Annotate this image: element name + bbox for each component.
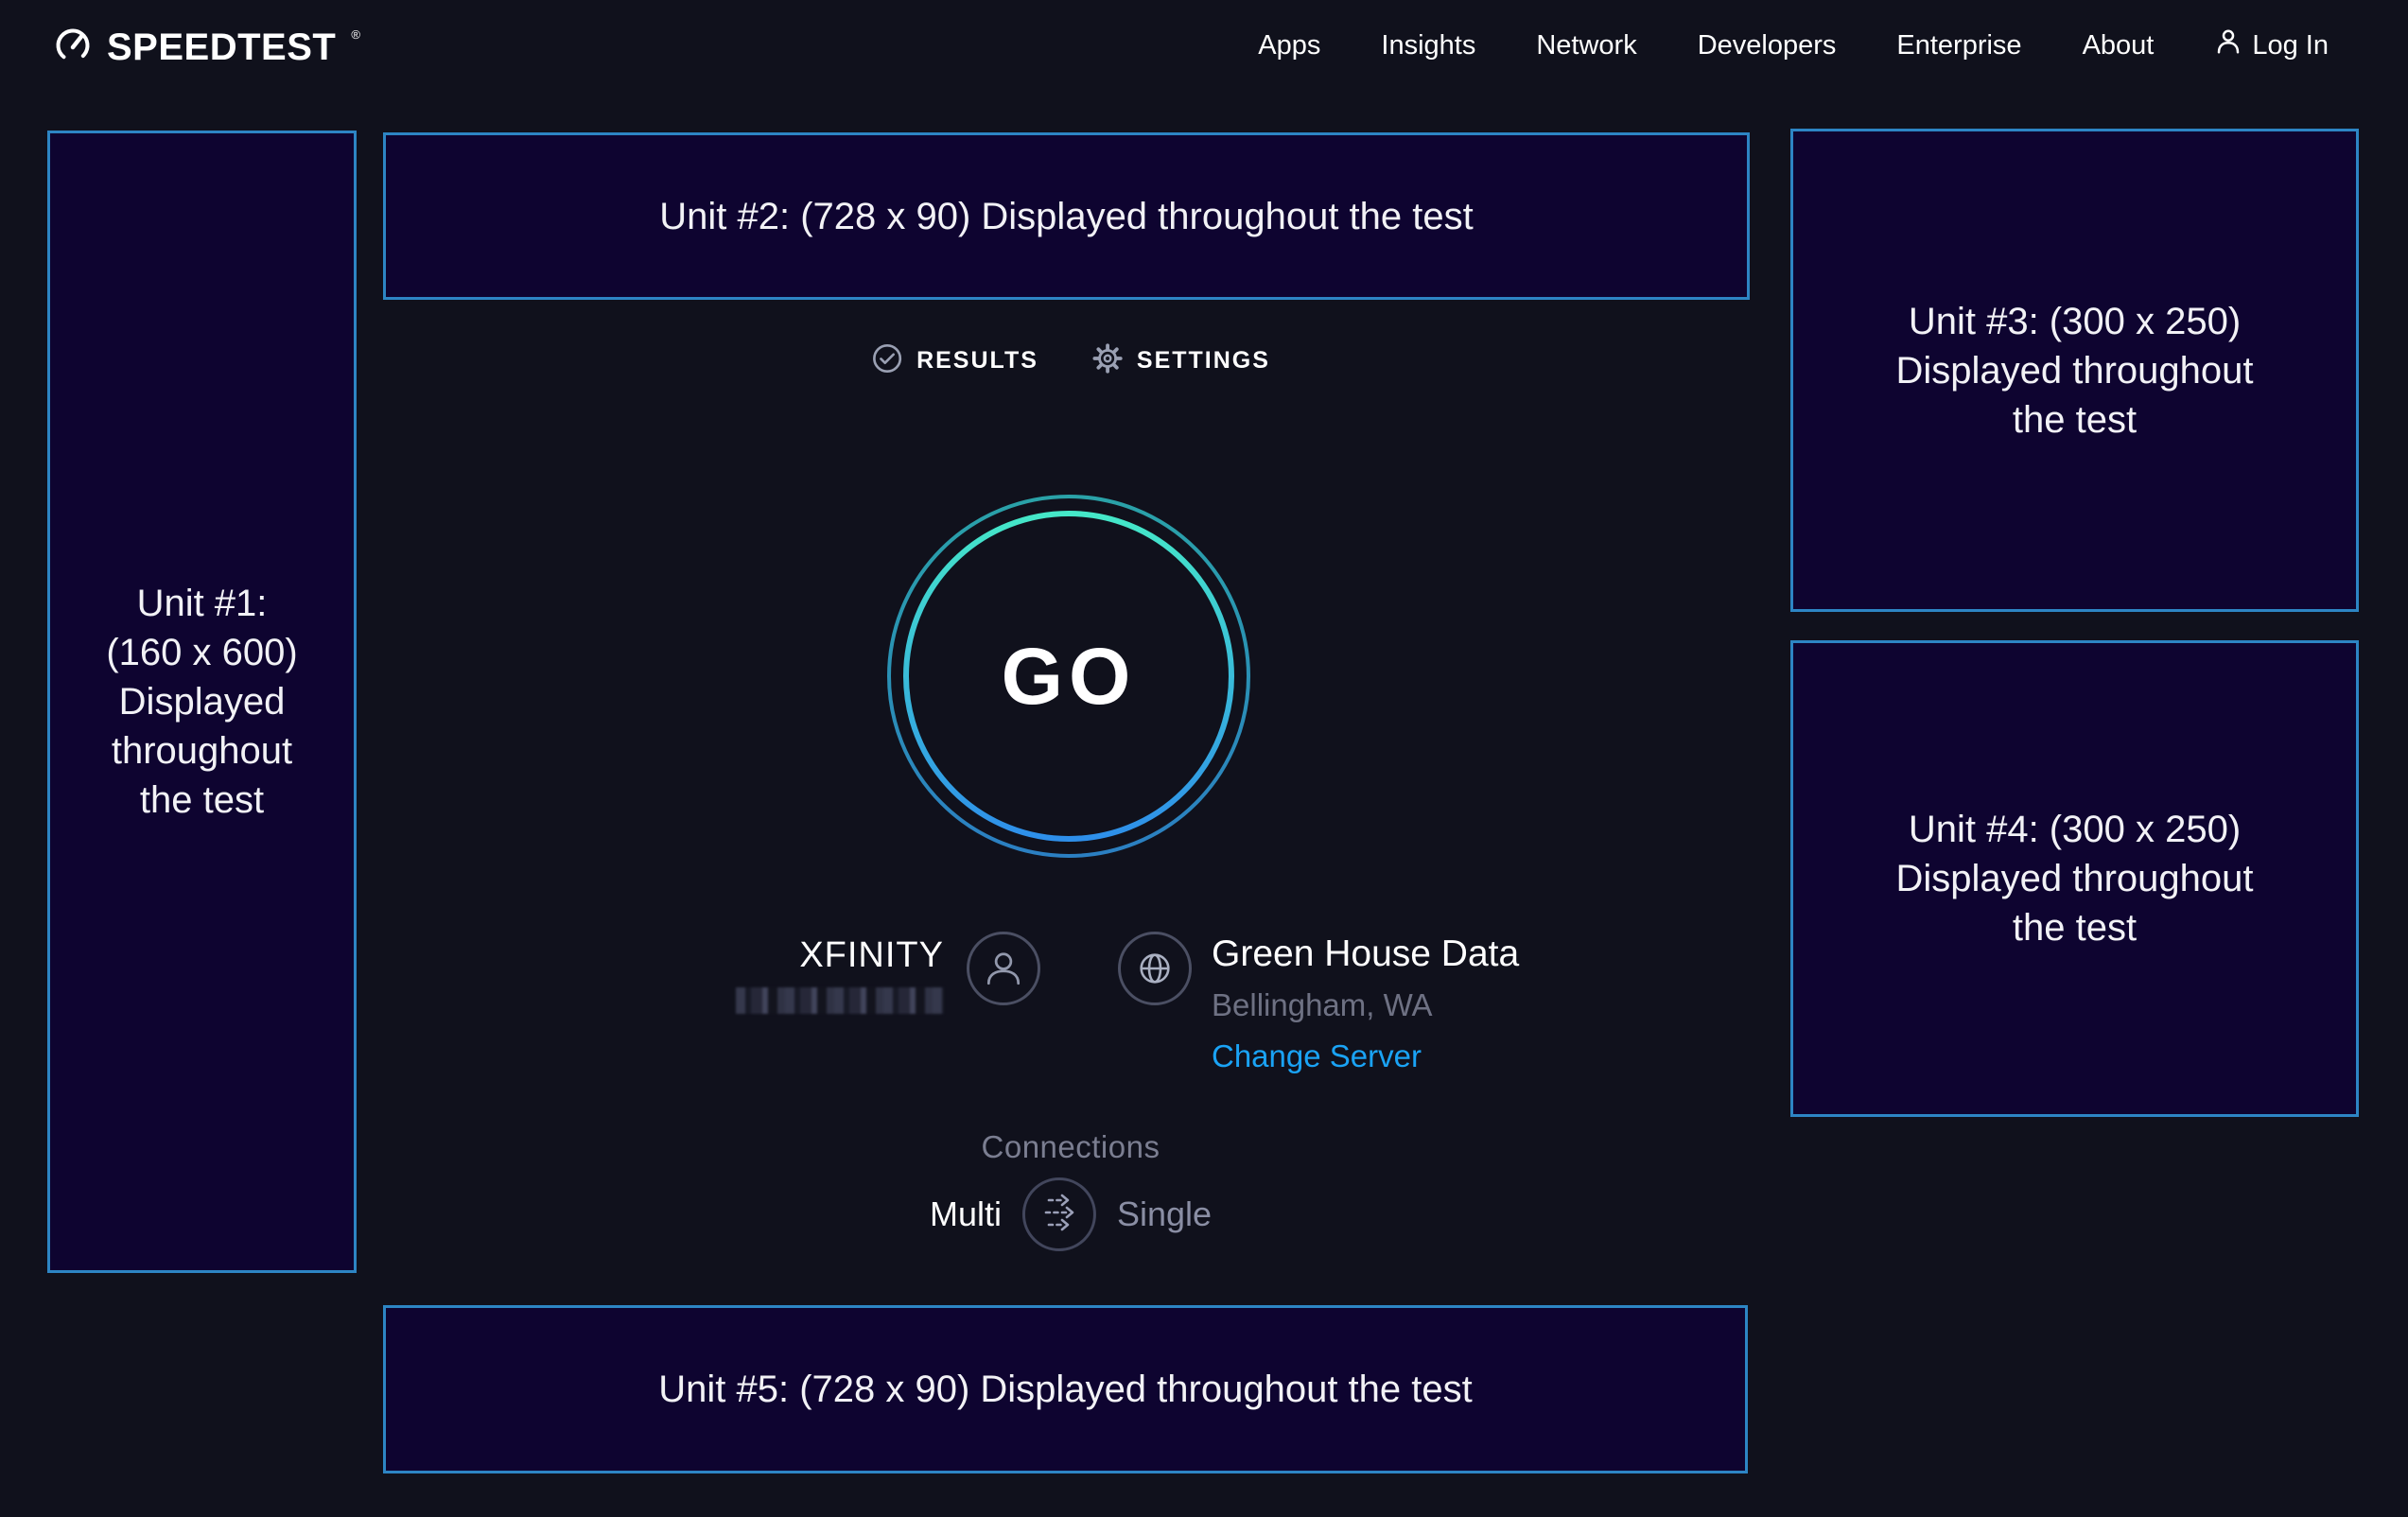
nav-item-insights[interactable]: Insights (1381, 30, 1475, 61)
nav-item-enterprise[interactable]: Enterprise (1896, 30, 2021, 61)
multi-connection-arrows-icon (1022, 1176, 1096, 1254)
login-label: Log In (2252, 30, 2329, 61)
ad-unit-3-text: Unit #3: (300 x 250) Displayed throughou… (1895, 297, 2253, 445)
speedtest-logo[interactable]: SPEEDTEST ® (52, 26, 358, 69)
nav-item-network[interactable]: Network (1536, 30, 1636, 61)
ad-unit-1-text: Unit #1: (160 x 600) Displayed throughou… (106, 579, 297, 825)
ad-unit-1[interactable]: Unit #1: (160 x 600) Displayed throughou… (47, 131, 357, 1273)
user-icon (2214, 27, 2242, 63)
view-tabs: RESULTS (871, 342, 1270, 379)
login-button[interactable]: Log In (2214, 27, 2329, 63)
check-circle-icon (871, 342, 903, 379)
brand-trademark: ® (351, 27, 360, 42)
tab-settings[interactable]: SETTINGS (1091, 342, 1270, 379)
isp-block: XFINITY (662, 934, 944, 1014)
ad-unit-4-text: Unit #4: (300 x 250) Displayed throughou… (1895, 805, 2253, 952)
settings-tab-label: SETTINGS (1137, 347, 1270, 375)
tab-results[interactable]: RESULTS (871, 342, 1038, 379)
ad-unit-4[interactable]: Unit #4: (300 x 250) Displayed throughou… (1790, 640, 2359, 1117)
connections-toggle-row: Multi Single (930, 1177, 1212, 1251)
globe-icon (1118, 932, 1192, 1005)
isp-name: XFINITY (799, 934, 944, 976)
nav-item-about[interactable]: About (2083, 30, 2155, 61)
ad-unit-5-text: Unit #5: (728 x 90) Displayed throughout… (658, 1365, 1473, 1414)
top-nav: Apps Insights Network Developers Enterpr… (1258, 0, 2329, 91)
server-block: Green House Data Bellingham, WA Change S… (1212, 933, 1519, 1074)
go-label: GO (880, 487, 1258, 865)
ad-unit-3[interactable]: Unit #3: (300 x 250) Displayed throughou… (1790, 129, 2359, 612)
go-button[interactable]: GO (880, 487, 1258, 865)
connections-label: Connections (982, 1129, 1160, 1165)
server-location: Bellingham, WA (1212, 987, 1519, 1023)
nav-item-apps[interactable]: Apps (1258, 30, 1320, 61)
gear-icon (1091, 342, 1124, 379)
connections-toggle-button[interactable] (1022, 1177, 1096, 1251)
results-tab-label: RESULTS (916, 347, 1038, 375)
nav-item-developers[interactable]: Developers (1698, 30, 1837, 61)
speedometer-gauge-icon (52, 26, 94, 69)
change-server-link[interactable]: Change Server (1212, 1038, 1519, 1074)
redacted-ip (736, 987, 944, 1014)
connections-single-option[interactable]: Single (1117, 1194, 1212, 1234)
brand-name: SPEEDTEST (107, 26, 336, 69)
connections-multi-option[interactable]: Multi (930, 1194, 1002, 1234)
server-name: Green House Data (1212, 933, 1519, 976)
ad-unit-5[interactable]: Unit #5: (728 x 90) Displayed throughout… (383, 1305, 1748, 1473)
user-circle-icon (967, 932, 1040, 1005)
speedtest-page: SPEEDTEST ® Apps Insights Network Develo… (0, 0, 2408, 1517)
ad-unit-2[interactable]: Unit #2: (728 x 90) Displayed throughout… (383, 132, 1750, 300)
ad-unit-2-text: Unit #2: (728 x 90) Displayed throughout… (659, 192, 1474, 241)
